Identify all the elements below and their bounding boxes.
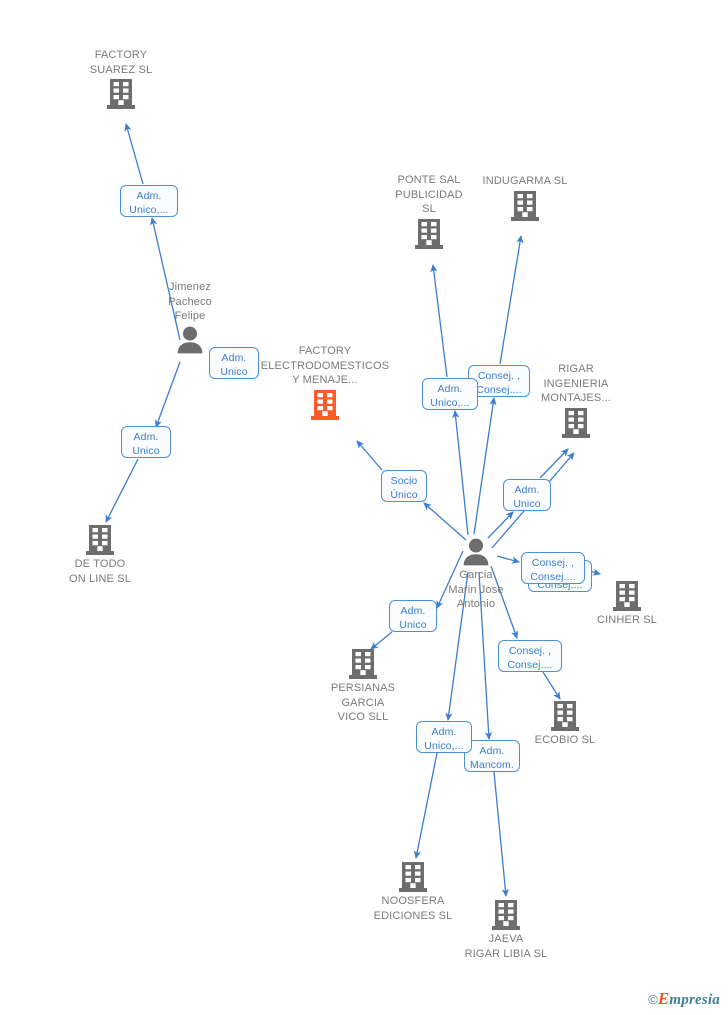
node-label-cinher: CINHER SL (596, 614, 658, 626)
node-label-jimenez: Jimenez Pacheco Felipe (168, 281, 212, 322)
node-de-todo-on-line[interactable]: DE TODO ON LINE SL (30, 524, 170, 586)
node-indugarma[interactable]: INDUGARMA SL (455, 174, 595, 222)
node-persianas-garcia-vico[interactable]: PERSIANAS GARCIA VICO SLL (293, 648, 433, 725)
node-label-de-todo-on-line: DE TODO ON LINE SL (68, 558, 132, 585)
company-building-icon (359, 218, 499, 250)
relationship-graph-canvas: FACTORY SUAREZ SL Jimenez Pacheco Felipe (0, 0, 728, 1015)
focus-company-building-icon (245, 389, 405, 421)
relation-chip-consej-cinher-front[interactable]: Consej. , Consej.... (521, 552, 585, 584)
relation-chip-adm-unico-persianas[interactable]: Adm. Unico (389, 600, 437, 632)
company-building-icon (506, 407, 646, 439)
relation-chip-adm-mancom-jaeva[interactable]: Adm. Mancom. (464, 740, 520, 772)
copyright-symbol: © (648, 992, 658, 1007)
company-building-icon (455, 190, 595, 222)
company-building-icon (343, 861, 483, 893)
empresia-watermark: ©Empresia (648, 989, 720, 1009)
node-label-persianas-garcia-vico: PERSIANAS GARCIA VICO SLL (330, 682, 396, 723)
brand-initial: E (657, 989, 670, 1008)
node-jaeva-rigar-libia[interactable]: JAEVA RIGAR LIBIA SL (436, 899, 576, 961)
node-label-factory-electrodomesticos: FACTORY ELECTRODOMESTICOS Y MENAJE... (260, 345, 390, 386)
relation-chip-socio-unico-factory-electro[interactable]: Socio Único (381, 470, 427, 502)
brand-rest: mpresia (669, 992, 720, 1008)
relation-chip-adm-unico-factory-suarez[interactable]: Adm. Unico,... (120, 185, 178, 217)
relation-chip-adm-unico-ponte-sal[interactable]: Adm. Unico,... (422, 378, 478, 410)
node-label-jaeva-rigar-libia: JAEVA RIGAR LIBIA SL (464, 933, 548, 960)
company-building-icon (30, 524, 170, 556)
node-factory-electrodomesticos-focus[interactable]: FACTORY ELECTRODOMESTICOS Y MENAJE... (245, 344, 405, 421)
relation-chip-consej-ecobio[interactable]: Consej. , Consej.... (498, 640, 562, 672)
node-label-indugarma: INDUGARMA SL (482, 175, 568, 187)
company-building-icon (436, 899, 576, 931)
node-factory-suarez[interactable]: FACTORY SUAREZ SL (51, 48, 191, 110)
brand-name: Empresia (658, 989, 720, 1008)
relation-chip-adm-unico-noosfera[interactable]: Adm. Unico,... (416, 721, 472, 753)
node-label-factory-suarez: FACTORY SUAREZ SL (89, 49, 153, 76)
company-building-icon (293, 648, 433, 680)
node-jimenez-pacheco-felipe[interactable]: Jimenez Pacheco Felipe (120, 280, 260, 355)
company-building-icon (495, 700, 635, 732)
relation-chip-adm-unico-rigar[interactable]: Adm. Unico (503, 479, 551, 511)
company-building-icon (51, 78, 191, 110)
relation-chip-adm-unico-jimenez[interactable]: Adm. Unico (209, 347, 259, 379)
relation-chip-adm-unico-de-todo[interactable]: Adm. Unico (121, 426, 171, 458)
